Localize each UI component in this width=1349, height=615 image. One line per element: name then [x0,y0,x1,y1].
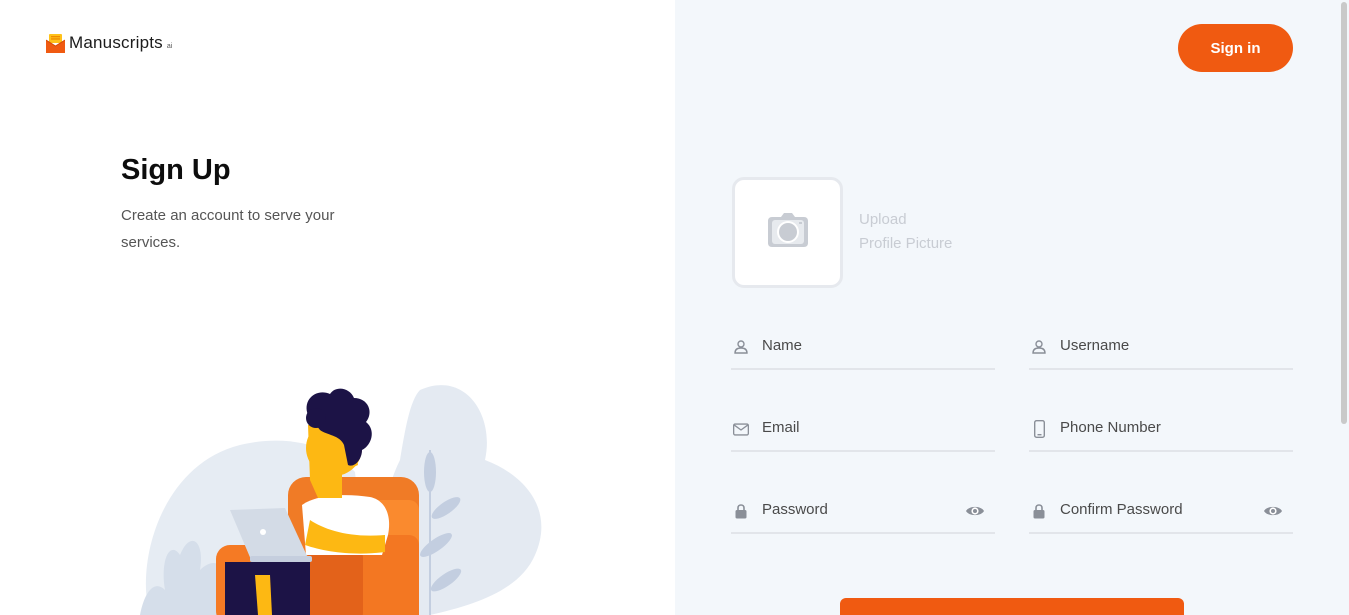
name-field-wrapper [731,326,995,370]
camera-icon [767,213,808,252]
phone-icon [1031,420,1047,438]
upload-label: Upload Profile Picture [859,208,952,256]
eye-icon[interactable] [1263,504,1283,518]
brand-name: Manuscripts [69,33,163,52]
user-icon [1031,338,1047,356]
mail-icon [733,420,749,438]
eye-icon[interactable] [965,504,985,518]
password-input[interactable] [762,497,962,521]
upload-label-line1: Upload [859,211,907,228]
brand-suffix: ai [166,43,173,50]
phone-field-wrapper [1029,408,1293,452]
page-subtitle: Create an account to serve your services… [121,207,335,251]
username-input[interactable] [1060,333,1260,357]
signup-form-panel: Sign in Upload Profile Picture [675,0,1349,615]
scrollbar-thumb[interactable] [1341,2,1347,424]
scrollbar[interactable] [1339,0,1349,615]
sign-up-submit-button[interactable] [840,598,1184,615]
email-field-wrapper [731,408,995,452]
brand-logo[interactable]: Manuscripts ai [45,33,173,53]
confirm-password-input[interactable] [1060,497,1260,521]
confirm-password-field-wrapper [1029,490,1293,534]
intro-panel: Manuscripts ai Sign Up Create an account… [0,0,675,615]
sign-in-button[interactable]: Sign in [1178,24,1293,72]
phone-input[interactable] [1060,415,1260,439]
username-field-wrapper [1029,326,1293,370]
person-with-laptop-illustration [140,385,542,615]
page-title: Sign Up [121,154,231,186]
user-icon [733,338,749,356]
upload-label-line2: Profile Picture [859,235,953,252]
lock-icon [733,502,749,520]
envelope-logo-icon [45,33,66,53]
upload-profile-picture-button[interactable] [732,177,843,288]
name-input[interactable] [762,333,962,357]
email-input[interactable] [762,415,962,439]
password-field-wrapper [731,490,995,534]
lock-icon [1031,502,1047,520]
